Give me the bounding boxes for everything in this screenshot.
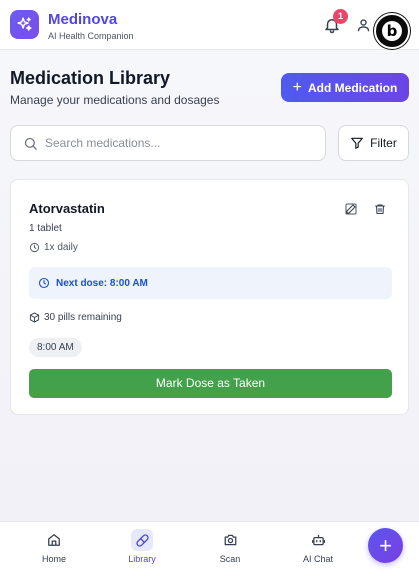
camera-icon (219, 529, 241, 551)
search-box (10, 125, 326, 161)
clock-icon (38, 277, 50, 289)
add-medication-label: Add Medication (308, 80, 398, 95)
trash-icon[interactable] (374, 203, 386, 215)
pills-remaining-row: 30 pills remaining (29, 312, 122, 323)
package-icon (29, 312, 40, 323)
medication-dosage: 1 tablet (29, 223, 62, 234)
search-icon (23, 136, 38, 151)
nav-label-scan: Scan (219, 554, 241, 564)
nav-label-home: Home (41, 554, 66, 564)
medication-name: Atorvastatin (29, 201, 105, 216)
pill-icon (131, 529, 153, 551)
page-subtitle: Manage your medications and dosages (10, 93, 220, 107)
dose-time-chip: 8:00 AM (29, 338, 82, 357)
nav-item-scan[interactable]: Scan (200, 522, 260, 573)
sparkle-logo-icon (10, 10, 39, 39)
frequency-row: 1x daily (29, 242, 78, 253)
edit-icon[interactable] (345, 203, 357, 215)
plus-icon: + (379, 532, 392, 558)
next-dose-banner: Next dose: 8:00 AM (29, 267, 392, 299)
next-dose-text: Next dose: 8:00 AM (56, 277, 148, 289)
nav-item-ai-chat[interactable]: AI Chat (288, 522, 348, 573)
nav-label-ai-chat: AI Chat (302, 554, 333, 564)
app-tagline: AI Health Companion (48, 31, 134, 41)
filter-label: Filter (370, 136, 397, 150)
nav-item-home[interactable]: Home (24, 522, 84, 573)
medication-card: Atorvastatin 1 tablet 1x daily Next dose… (10, 179, 409, 415)
app-title: Medinova (48, 11, 118, 28)
pills-remaining-text: 30 pills remaining (44, 312, 122, 323)
notification-count-badge: 1 (333, 9, 348, 24)
bottom-navigation: Home Library Scan AI Chat (0, 521, 419, 573)
watermark-badge-icon: b (374, 13, 410, 49)
page-title: Medication Library (10, 68, 171, 88)
filter-button[interactable]: Filter (338, 125, 409, 161)
nav-label-library: Library (128, 554, 156, 564)
mark-dose-taken-button[interactable]: Mark Dose as Taken (29, 369, 392, 398)
user-profile-icon[interactable] (356, 17, 371, 33)
add-medication-button[interactable]: + Add Medication (281, 73, 409, 102)
app-header: Medinova AI Health Companion 1 b (0, 0, 419, 50)
clock-icon (29, 242, 40, 253)
home-icon (43, 529, 65, 551)
filter-icon (350, 136, 364, 150)
bot-icon (307, 529, 329, 551)
medication-frequency: 1x daily (44, 242, 78, 253)
plus-icon: + (292, 78, 302, 96)
nav-item-library[interactable]: Library (112, 522, 172, 573)
floating-add-button[interactable]: + (368, 528, 403, 563)
search-input[interactable] (45, 127, 315, 159)
